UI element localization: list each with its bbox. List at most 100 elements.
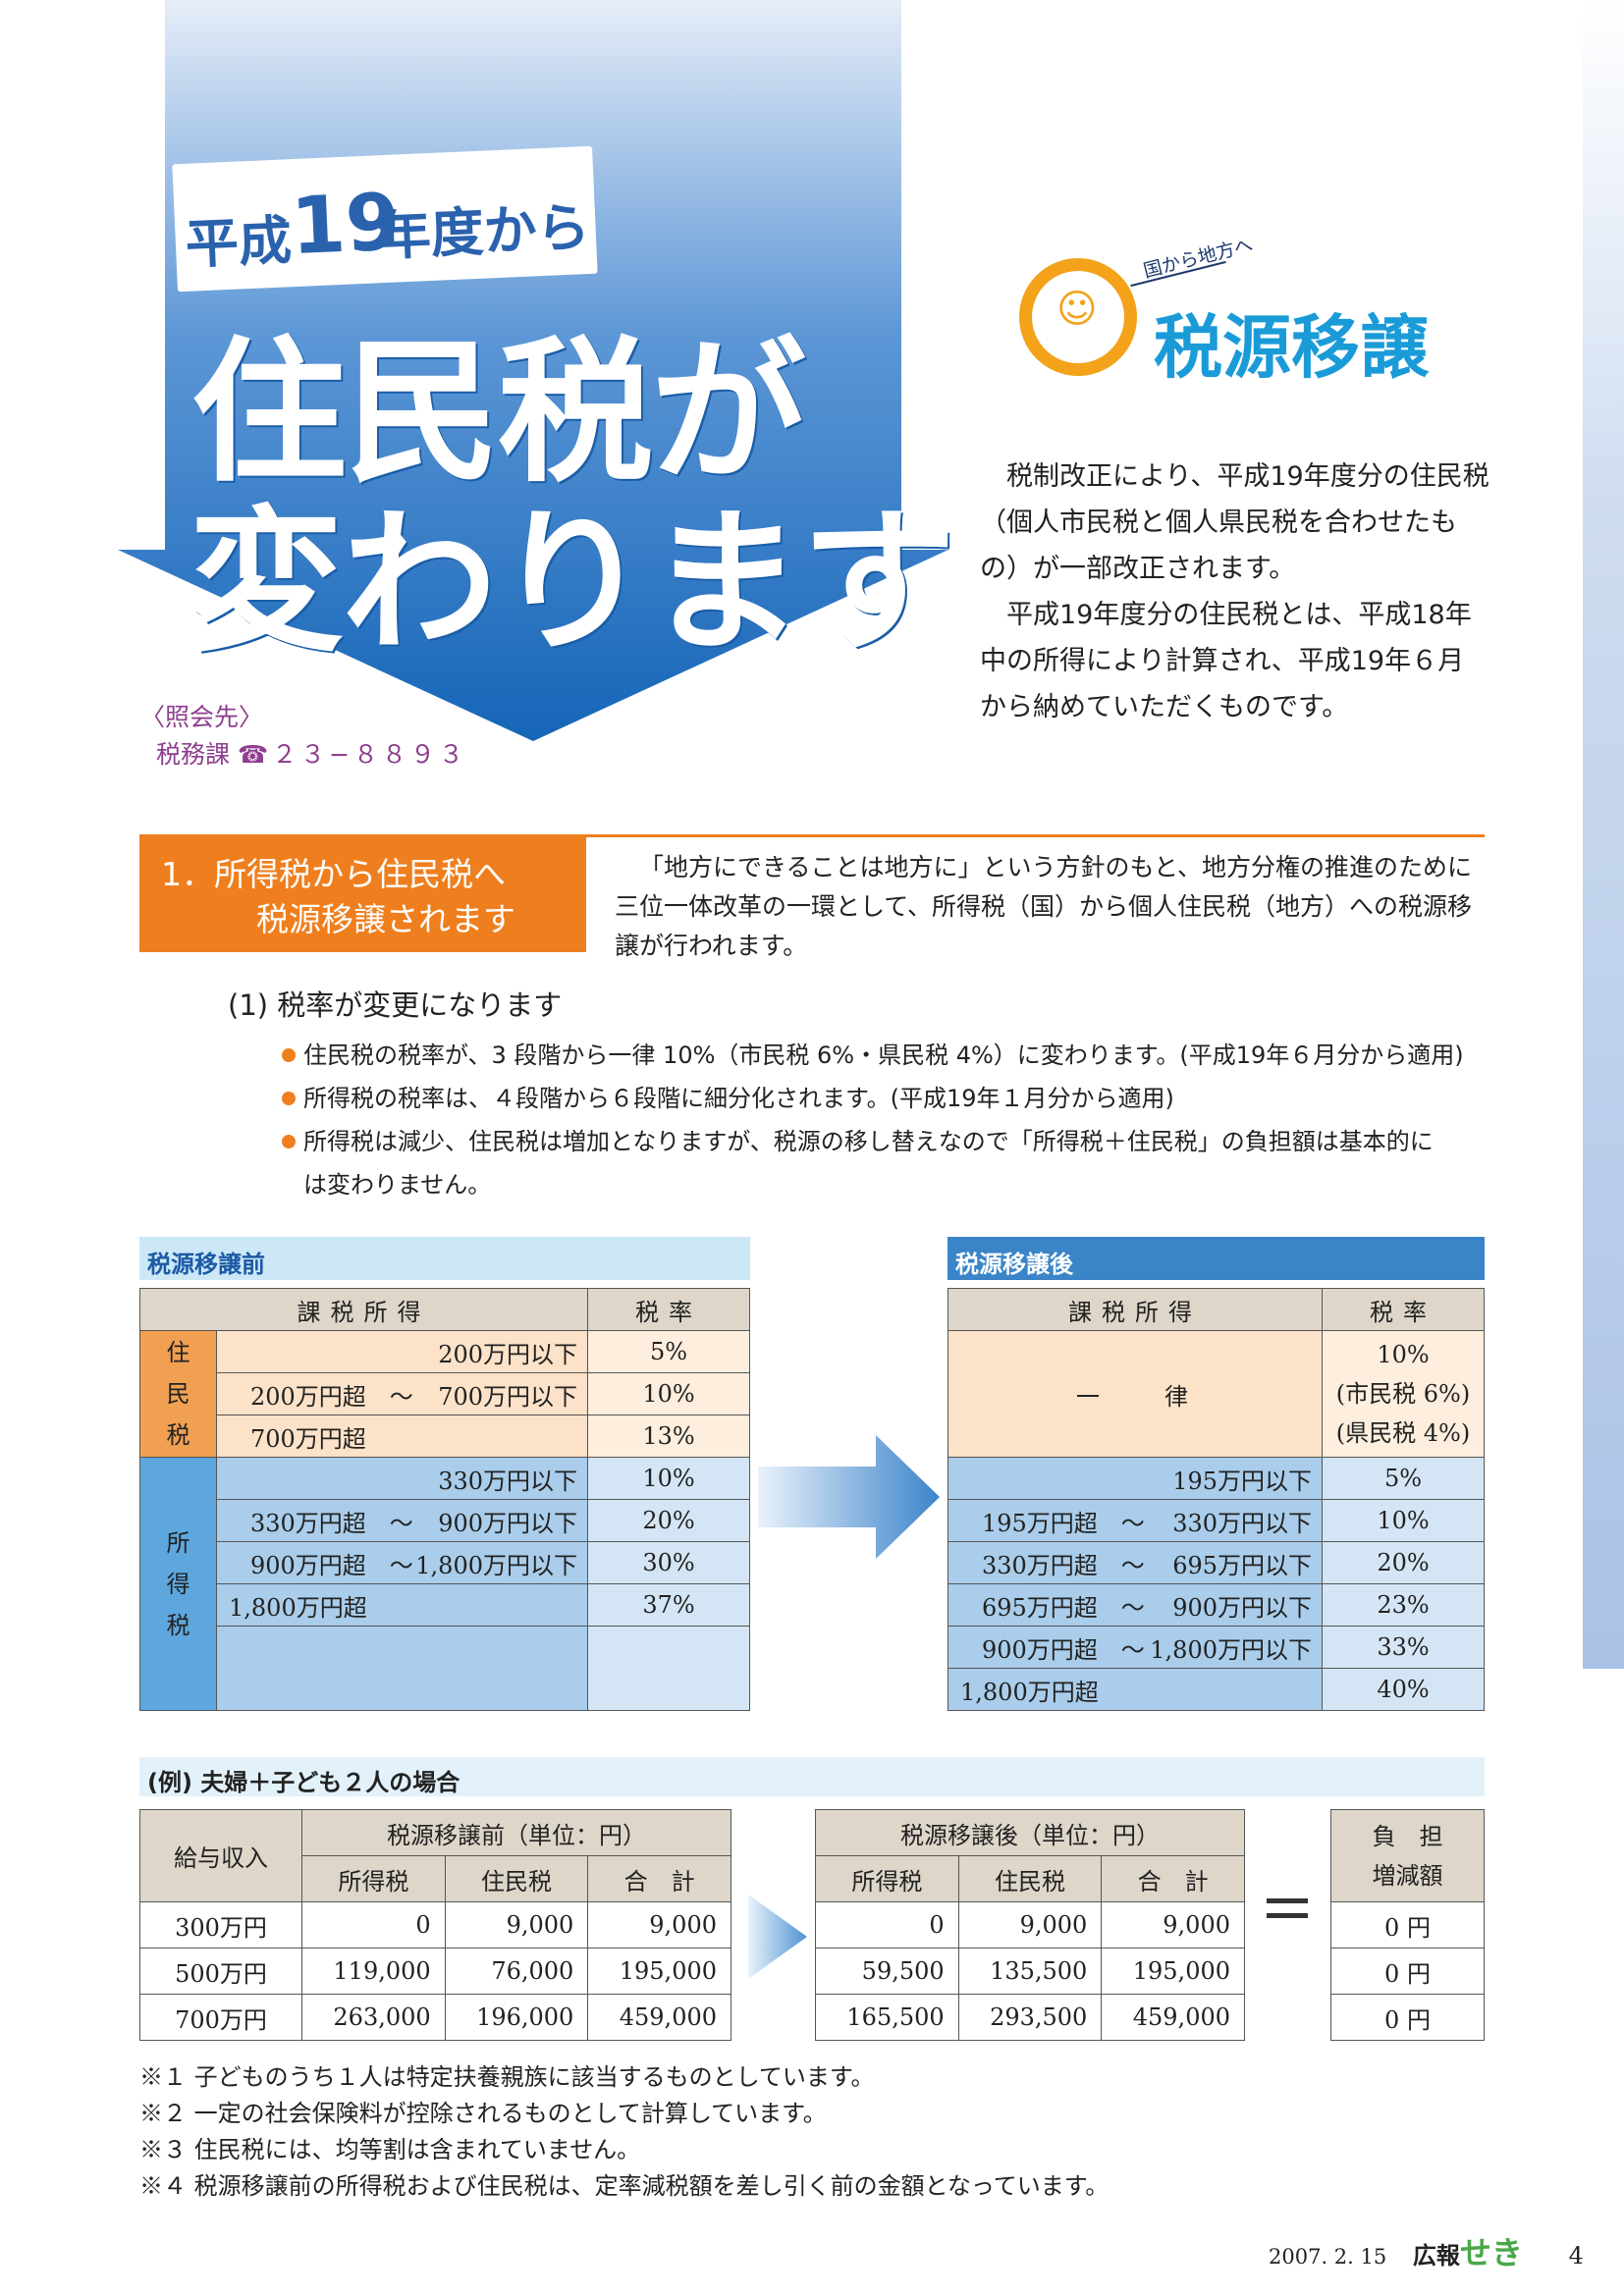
table-cell: 5%	[587, 1330, 750, 1373]
bullet-item: 所得税の税率は、４段階から６段階に細分化されます。(平成19年１月分から適用)	[278, 1077, 1495, 1120]
contact-label: 〈照会先〉	[140, 703, 264, 731]
table-cell: 40%	[1322, 1668, 1485, 1711]
decorative-side-bar	[1583, 0, 1624, 1669]
table-cell: 165,500	[815, 1994, 959, 2041]
table-cell: 10%	[1322, 1499, 1485, 1542]
table-cell: 195,000	[1101, 1948, 1245, 1995]
table-cell: 23%	[1322, 1583, 1485, 1627]
contact-phone: ☎２３−８８９３	[237, 740, 468, 769]
publication-name: 広報せき	[1412, 2234, 1523, 2271]
section1-description: 「地方にできることは地方に」という方針のもと、地方分権の推進のために三位一体改革…	[615, 853, 1473, 960]
resident-tax-label: 住民税	[139, 1330, 217, 1458]
logo-subtext: 国から地方へ	[1141, 234, 1256, 283]
smile-face-icon: ☺	[1056, 287, 1098, 332]
year-prefix: 平成	[184, 209, 294, 276]
table-cell: 330万円以下	[216, 1457, 588, 1500]
table-cell: 195,000	[587, 1948, 731, 1995]
table-cell: 200万円超 ～ 700万円以下	[216, 1372, 588, 1415]
tax-transfer-logo: ☺ 国から地方へ 税源移譲	[1019, 224, 1451, 391]
flat-rate-value: 10% (市民税 6%) (県民税 4%)	[1322, 1330, 1485, 1458]
table-cell: 33%	[1322, 1626, 1485, 1669]
bullet-item: 住民税の税率が、3 段階から一律 10%（市民税 6%・県民税 4%）に変わりま…	[278, 1034, 1495, 1077]
col-header-after: 税源移譲後（単位：円）	[815, 1809, 1245, 1856]
after-label: 税源移譲後	[947, 1237, 1485, 1280]
table-cell: 195万円超 ～ 330万円以下	[947, 1499, 1323, 1542]
table-cell: 500万円	[139, 1948, 302, 1995]
section1-heading: 1．所得税から住民税へ 税源移譲されます	[139, 836, 586, 952]
year-heading-box: 平成 19 年度から	[172, 145, 598, 293]
transition-arrow-icon	[758, 1435, 940, 1559]
footnote: ※４ 税源移譲前の所得税および住民税は、定率減税額を差し引く前の金額となっていま…	[139, 2172, 1110, 2200]
col-header-income-tax: 所得税	[815, 1855, 959, 1902]
table-cell: 700万円	[139, 1994, 302, 2041]
intro-paragraph: 税制改正により、平成19年度分の住民税（個人市民税と個人県民税を合わせたもの）が…	[980, 461, 1489, 584]
table-cell: 900万円超 ～ 1,800万円以下	[216, 1541, 588, 1584]
table-cell: 5%	[1322, 1457, 1485, 1500]
footnote: ※２ 一定の社会保険料が控除されるものとして計算しています。	[139, 2100, 827, 2127]
table-cell: 10%	[587, 1457, 750, 1500]
table-cell: 330万円超 ～ 695万円以下	[947, 1541, 1323, 1584]
col-header-total: 合 計	[587, 1855, 731, 1902]
equals-icon	[1267, 1898, 1308, 1928]
intro-paragraph: 平成19年度分の住民税とは、平成18年中の所得により計算され、平成19年６月から…	[980, 600, 1472, 722]
table-cell: 0	[815, 1901, 959, 1949]
table-cell: 263,000	[301, 1994, 446, 2041]
example-before-table: 給与収入 税源移譲前（単位：円） 所得税 住民税合 計 300万円 0 9,000 9,0…	[139, 1809, 731, 2041]
table-cell: 9,000	[587, 1901, 731, 1949]
income-tax-label: 所得税	[139, 1457, 217, 1711]
example-after-table: 税源移譲後（単位：円） 所得税 住民税合 計 0 9,000 9,000 59,500…	[815, 1809, 1245, 2041]
table-cell: 1,800万円超	[947, 1668, 1323, 1711]
col-header-resident-tax: 住民税	[444, 1855, 589, 1902]
section1-title-line2: 税源移譲されます	[256, 900, 515, 938]
table-cell: 195万円以下	[947, 1457, 1323, 1500]
contact-dept: 税務課	[156, 740, 231, 769]
table-cell	[216, 1626, 588, 1711]
col-header-diff: 負 担増減額	[1330, 1809, 1485, 1902]
page-title-line2: 変わります	[189, 493, 956, 673]
col-header-income-tax: 所得税	[301, 1855, 446, 1902]
table-cell: 13%	[587, 1415, 750, 1458]
table-cell: 20%	[1322, 1541, 1485, 1584]
table-cell: 700万円超	[216, 1415, 588, 1458]
table-cell: 135,500	[957, 1948, 1103, 1995]
table-cell: 200万円以下	[216, 1330, 588, 1373]
small-arrow-icon	[748, 1895, 807, 1979]
footnote: ※３ 住民税には、均等割は含まれていません。	[139, 2136, 641, 2163]
col-header-income: 課税所得	[947, 1288, 1323, 1331]
col-header-total: 合 計	[1101, 1855, 1245, 1902]
table-cell: 9,000	[444, 1901, 589, 1949]
table-cell: 37%	[587, 1583, 750, 1627]
before-label: 税源移譲前	[139, 1237, 750, 1280]
year-suffix: 年度から	[376, 195, 591, 268]
table-cell: 76,000	[444, 1948, 589, 1995]
col-header-resident-tax: 住民税	[957, 1855, 1103, 1902]
table-cell: 119,000	[301, 1948, 446, 1995]
page-number: 4	[1568, 2242, 1584, 2269]
table-cell: 900万円超 ～ 1,800万円以下	[947, 1626, 1323, 1669]
example-diff-table: 負 担増減額 0 円 0 円 0 円	[1330, 1809, 1485, 2041]
bullet-item: 所得税は減少、住民税は増加となりますが、税源の移し替えなので「所得税＋住民税」の…	[278, 1120, 1436, 1206]
col-header-rate: 税率	[587, 1288, 750, 1331]
table-cell: 293,500	[957, 1994, 1103, 2041]
example-label: (例) 夫婦＋子ども２人の場合	[139, 1757, 1485, 1796]
bullet-list: 住民税の税率が、3 段階から一律 10%（市民税 6%・県民税 4%）に変わりま…	[278, 1034, 1495, 1206]
before-rate-table: 課税所得 税率 住民税 200万円以下 5% 200万円超 ～ 700万円以下 10% …	[139, 1288, 750, 1711]
table-cell: 20%	[587, 1499, 750, 1542]
table-cell: 196,000	[444, 1994, 589, 2041]
table-cell: 1,800万円超	[216, 1583, 588, 1627]
table-cell: 59,500	[815, 1948, 959, 1995]
section1-title-line1: 1．所得税から住民税へ	[161, 855, 506, 893]
logo-text: 税源移譲	[1154, 307, 1429, 388]
table-cell	[587, 1626, 750, 1711]
table-cell: 695万円超 ～ 900万円以下	[947, 1583, 1323, 1627]
contact-info: 〈照会先〉 税務課 ☎２３−８８９３	[140, 699, 467, 774]
footnote: ※１ 子どものうち１人は特定扶養親族に該当するものとしています。	[139, 2063, 875, 2091]
footer-date: 2007. 2. 15	[1269, 2245, 1387, 2269]
flat-rate-label: 一 律	[947, 1330, 1323, 1458]
col-header-before: 税源移譲前（単位：円）	[301, 1809, 731, 1856]
col-header-salary: 給与収入	[139, 1809, 302, 1902]
subsection-title: (1) 税率が変更になります	[228, 988, 563, 1022]
col-header-income: 課税所得	[139, 1288, 588, 1331]
table-cell: 0 円	[1330, 1994, 1485, 2041]
table-cell: 0 円	[1330, 1901, 1485, 1949]
